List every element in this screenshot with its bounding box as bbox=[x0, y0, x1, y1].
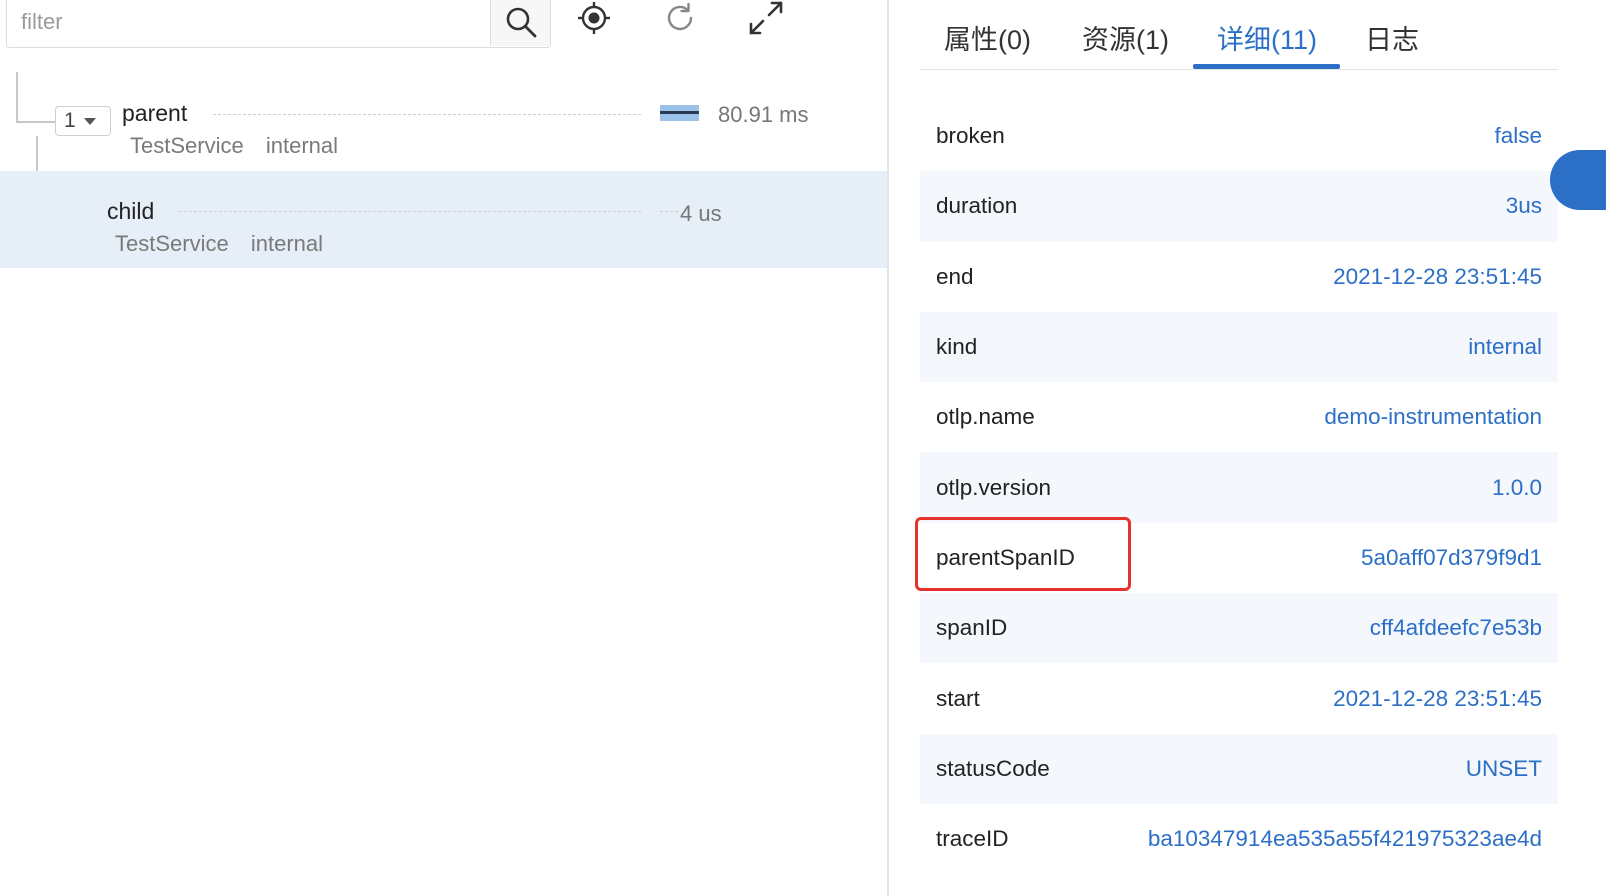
detail-key: duration bbox=[936, 193, 1018, 219]
span-service: TestService bbox=[130, 133, 244, 158]
span-service: TestService bbox=[115, 231, 229, 256]
detail-value: demo-instrumentation bbox=[1324, 404, 1542, 430]
span-meta: TestService internal bbox=[115, 231, 339, 257]
locate-icon bbox=[578, 2, 610, 34]
span-detail-pane: 属性(0) 资源(1) 详细(11) 日志 broken false durat… bbox=[920, 0, 1558, 896]
search-icon bbox=[506, 7, 536, 37]
span-name: parent bbox=[122, 100, 188, 126]
detail-list: broken false duration 3us end 2021-12-28… bbox=[920, 101, 1558, 874]
detail-row-kind: kind internal bbox=[920, 311, 1558, 383]
locate-button[interactable] bbox=[574, 0, 614, 38]
detail-row-duration: duration 3us bbox=[920, 171, 1558, 242]
fullscreen-button[interactable] bbox=[746, 0, 786, 38]
span-duration: 80.91 ms bbox=[718, 102, 809, 127]
detail-row-status-code: statusCode UNSET bbox=[920, 733, 1558, 804]
span-kind: internal bbox=[265, 133, 338, 158]
tab-details[interactable]: 详细(11) bbox=[1217, 18, 1317, 57]
detail-key: start bbox=[936, 685, 980, 711]
detail-value: cff4afdeefc7e53b bbox=[1369, 615, 1542, 641]
span-row-child[interactable]: child 4 us TestService internal bbox=[0, 171, 888, 268]
detail-key: spanID bbox=[936, 615, 1008, 641]
detail-key: otlp.version bbox=[936, 474, 1052, 500]
filter-input[interactable] bbox=[7, 0, 490, 46]
collapse-toggle[interactable]: 1 bbox=[55, 106, 111, 136]
detail-key: broken bbox=[936, 123, 1005, 149]
span-meta: TestService internal bbox=[130, 133, 354, 159]
fullscreen-icon bbox=[749, 1, 783, 35]
trace-tree-pane: 1 parent 80.91 ms TestService internal c… bbox=[0, 0, 888, 896]
detail-tabs: 属性(0) 资源(1) 详细(11) 日志 bbox=[920, 0, 1558, 70]
span-leader-line bbox=[179, 211, 641, 212]
active-tab-indicator bbox=[1193, 64, 1340, 69]
detail-value: 1.0.0 bbox=[1491, 474, 1542, 500]
span-duration: 4 us bbox=[680, 201, 722, 226]
detail-value: 5a0aff07d379f9d1 bbox=[1360, 544, 1542, 570]
detail-key: traceID bbox=[936, 826, 1009, 852]
search-box bbox=[6, 0, 551, 48]
tab-logs[interactable]: 日志 bbox=[1365, 18, 1419, 57]
detail-key: statusCode bbox=[936, 755, 1050, 781]
span-leader-line bbox=[213, 114, 641, 115]
caret-down-icon bbox=[83, 117, 96, 125]
detail-value: 2021-12-28 23:51:45 bbox=[1333, 685, 1542, 711]
detail-value: 3us bbox=[1505, 193, 1542, 219]
span-name: child bbox=[107, 198, 155, 224]
detail-row-broken: broken false bbox=[920, 101, 1558, 171]
detail-row-end: end 2021-12-28 23:51:45 bbox=[920, 242, 1558, 312]
detail-row-span-id: spanID cff4afdeefc7e53b bbox=[920, 593, 1558, 664]
detail-row-parent-span-id: parentSpanID 5a0aff07d379f9d1 bbox=[920, 523, 1558, 593]
detail-row-start: start 2021-12-28 23:51:45 bbox=[920, 663, 1558, 733]
detail-value: ba10347914ea535a55f421975323ae4d bbox=[1147, 826, 1542, 852]
tab-attributes[interactable]: 属性(0) bbox=[944, 18, 1031, 57]
detail-value: internal bbox=[1468, 334, 1542, 360]
detail-row-otlp-name: otlp.name demo-instrumentation bbox=[920, 382, 1558, 452]
detail-value: 2021-12-28 23:51:45 bbox=[1333, 263, 1542, 289]
detail-value: false bbox=[1494, 123, 1542, 149]
detail-row-trace-id: traceID ba10347914ea535a55f421975323ae4d bbox=[920, 804, 1558, 874]
detail-key: otlp.name bbox=[936, 404, 1035, 430]
side-panel-handle[interactable] bbox=[1550, 150, 1606, 210]
tab-resources[interactable]: 资源(1) bbox=[1082, 18, 1169, 57]
refresh-icon bbox=[667, 2, 693, 31]
collapse-count: 1 bbox=[64, 109, 76, 132]
trace-toolbar bbox=[0, 0, 888, 60]
span-leader-line bbox=[660, 211, 678, 212]
span-row-parent[interactable]: 1 parent 80.91 ms TestService internal bbox=[0, 72, 888, 169]
span-kind: internal bbox=[250, 231, 323, 256]
detail-key: end bbox=[936, 263, 974, 289]
pane-divider[interactable] bbox=[887, 0, 889, 896]
refresh-button[interactable] bbox=[660, 0, 700, 38]
detail-key: parentSpanID bbox=[936, 544, 1075, 570]
search-button[interactable] bbox=[490, 0, 550, 46]
detail-key: kind bbox=[936, 334, 978, 360]
span-duration-bar bbox=[660, 105, 699, 121]
detail-value: UNSET bbox=[1465, 755, 1542, 781]
detail-row-otlp-version: otlp.version 1.0.0 bbox=[920, 452, 1558, 523]
